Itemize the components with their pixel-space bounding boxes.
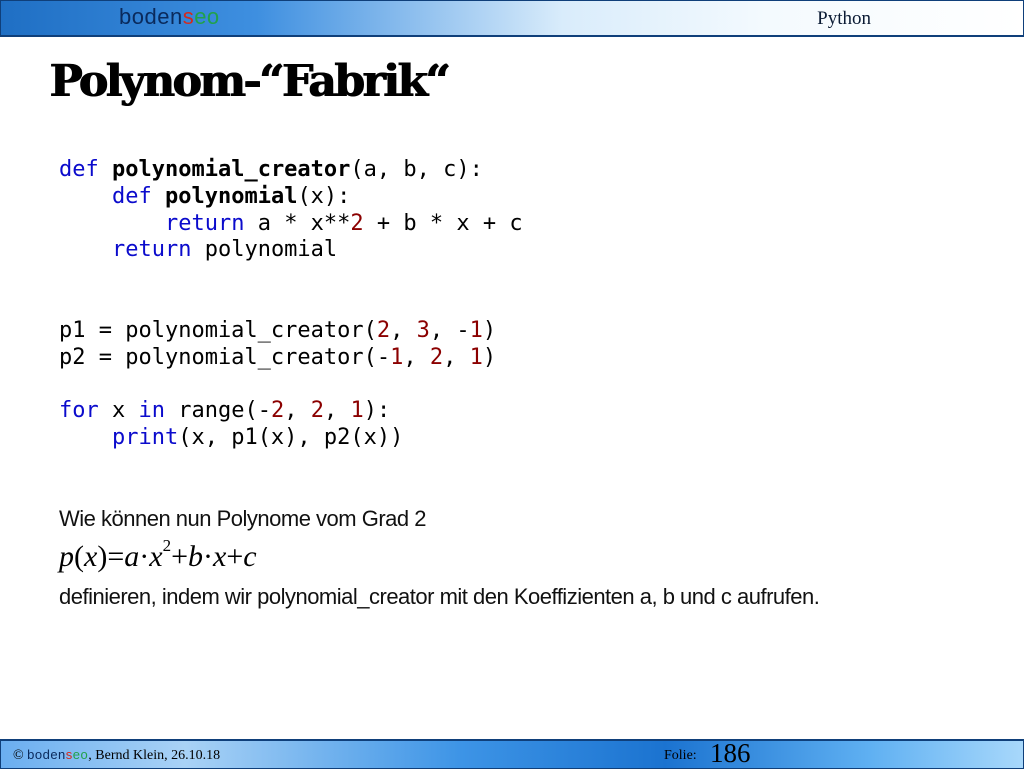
code-line-4: return polynomial	[111, 237, 338, 263]
code-line-7: for x in range(-2, 2, 1):	[59, 398, 391, 424]
logo-part-eo: eo	[194, 4, 220, 29]
code-block: def polynomial_creator(a, b, c): def pol…	[59, 157, 523, 452]
code-line-6: p2 = polynomial_creator(-1, 2, 1)	[59, 344, 497, 370]
code-line-3: return a * x**2 + b * x + c	[164, 210, 523, 236]
slide-title: Polynom-“Fabrik“	[49, 56, 450, 107]
section-title: Python	[817, 8, 871, 29]
bodenseo-logo: bodenseo	[119, 4, 220, 30]
logo-part-s: s	[182, 4, 195, 29]
description-line-2: definieren, indem wir polynomial_creator…	[59, 584, 820, 609]
footer-bar: © bodenseo, Bernd Klein, 26.10.18 Folie:…	[0, 738, 1024, 769]
footer-credit: © bodenseo, Bernd Klein, 26.10.18	[13, 747, 220, 764]
code-line-2: def polynomial(x):	[111, 183, 351, 209]
slide-number: 186	[710, 738, 751, 768]
code-line-1: def polynomial_creator(a, b, c):	[59, 157, 483, 182]
logo-part-boden: boden	[119, 4, 183, 29]
slide-number-label: Folie:	[664, 748, 697, 763]
description-line-1: Wie können nun Polynome vom Grad 2	[59, 506, 426, 531]
header-bar: bodenseo Python	[0, 0, 1024, 37]
copyright-symbol: ©	[13, 748, 28, 763]
footer-author-date: , Bernd Klein, 26.10.18	[88, 748, 221, 763]
footer-logo: bodenseo	[27, 747, 89, 762]
code-line-8: print(x, p1(x), p2(x))	[111, 424, 404, 450]
polynomial-formula: p(x)=a·x2+b·x+c	[59, 536, 257, 573]
code-line-5: p1 = polynomial_creator(2, 3, -1)	[59, 317, 497, 343]
